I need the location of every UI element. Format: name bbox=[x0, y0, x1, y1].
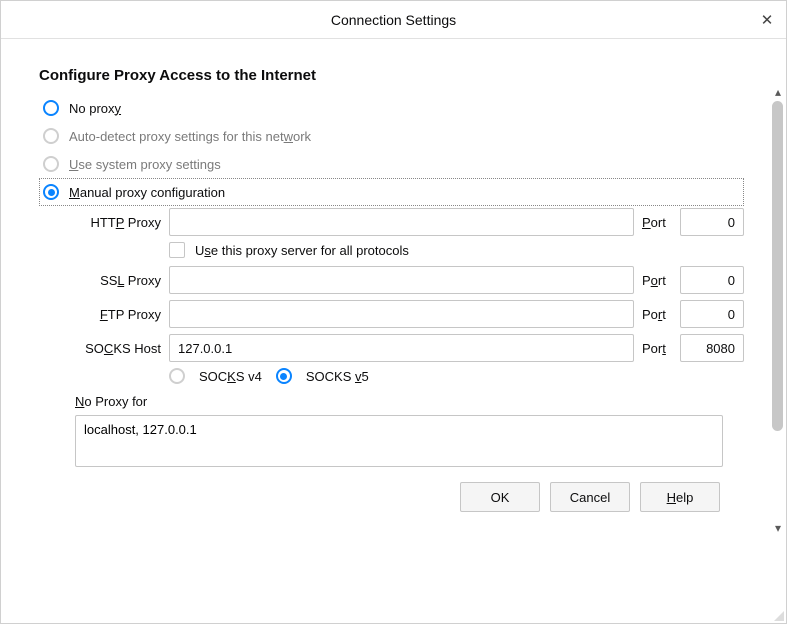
ftp-port-input[interactable] bbox=[680, 300, 744, 328]
ssl-proxy-input[interactable] bbox=[169, 266, 634, 294]
resize-grip-icon[interactable] bbox=[771, 608, 785, 622]
help-button[interactable]: Help bbox=[640, 482, 720, 512]
option-label: No proxy bbox=[69, 101, 121, 116]
http-proxy-label: HTTP Proxy bbox=[75, 215, 161, 230]
ftp-proxy-input[interactable] bbox=[169, 300, 634, 328]
option-auto-detect[interactable]: Auto-detect proxy settings for this netw… bbox=[39, 122, 744, 150]
socks-host-label: SOCKS Host bbox=[75, 341, 161, 356]
scroll-down-icon[interactable]: ▾ bbox=[769, 519, 786, 537]
use-for-all-row[interactable]: Use this proxy server for all protocols bbox=[169, 242, 744, 258]
manual-proxy-fields: HTTP Proxy Port Use this proxy server fo… bbox=[75, 208, 744, 384]
socks-host-row: SOCKS Host Port bbox=[75, 334, 744, 362]
no-proxy-for-label: No Proxy for bbox=[75, 394, 744, 409]
content-area: Configure Proxy Access to the Internet N… bbox=[1, 39, 768, 623]
ftp-proxy-row: FTP Proxy Port bbox=[75, 300, 744, 328]
socks-v5-radio[interactable] bbox=[276, 368, 292, 384]
socks-v5-label: SOCKS v5 bbox=[306, 369, 369, 384]
socks-port-input[interactable] bbox=[680, 334, 744, 362]
dialog-body: Configure Proxy Access to the Internet N… bbox=[1, 39, 786, 623]
socks-host-input[interactable] bbox=[169, 334, 634, 362]
http-proxy-row: HTTP Proxy Port bbox=[75, 208, 744, 236]
ok-button[interactable]: OK bbox=[460, 482, 540, 512]
radio-icon bbox=[43, 184, 59, 200]
checkbox-icon bbox=[169, 242, 185, 258]
socks-port-label: Port bbox=[642, 341, 672, 356]
option-label: Use system proxy settings bbox=[69, 157, 221, 172]
dialog-footer: OK Cancel Help bbox=[39, 470, 744, 540]
connection-settings-dialog: Connection Settings ✕ Configure Proxy Ac… bbox=[0, 0, 787, 624]
ssl-port-input[interactable] bbox=[680, 266, 744, 294]
section-heading: Configure Proxy Access to the Internet bbox=[39, 67, 744, 84]
http-proxy-input[interactable] bbox=[169, 208, 634, 236]
use-for-all-label: Use this proxy server for all protocols bbox=[195, 243, 409, 258]
ftp-proxy-label: FTP Proxy bbox=[75, 307, 161, 322]
ssl-proxy-label: SSL Proxy bbox=[75, 273, 161, 288]
socks-version-row: SOCKS v4 SOCKS v5 bbox=[169, 368, 744, 384]
option-no-proxy[interactable]: No proxy bbox=[39, 94, 744, 122]
vertical-scrollbar[interactable]: ▴ ▾ bbox=[768, 39, 786, 623]
close-icon[interactable]: ✕ bbox=[756, 9, 778, 31]
option-system-proxy[interactable]: Use system proxy settings bbox=[39, 150, 744, 178]
ssl-port-label: Port bbox=[642, 273, 672, 288]
ssl-proxy-row: SSL Proxy Port bbox=[75, 266, 744, 294]
option-label: Auto-detect proxy settings for this netw… bbox=[69, 129, 311, 144]
http-port-label: Port bbox=[642, 215, 672, 230]
cancel-button[interactable]: Cancel bbox=[550, 482, 630, 512]
option-manual-proxy[interactable]: Manual proxy configuration bbox=[39, 178, 744, 206]
radio-icon bbox=[43, 128, 59, 144]
scroll-up-icon[interactable]: ▴ bbox=[769, 83, 786, 101]
http-port-input[interactable] bbox=[680, 208, 744, 236]
titlebar: Connection Settings ✕ bbox=[1, 1, 786, 39]
dialog-title: Connection Settings bbox=[331, 12, 456, 28]
radio-icon bbox=[43, 100, 59, 116]
ftp-port-label: Port bbox=[642, 307, 672, 322]
radio-icon bbox=[43, 156, 59, 172]
socks-v4-label: SOCKS v4 bbox=[199, 369, 262, 384]
scroll-thumb[interactable] bbox=[772, 101, 783, 431]
option-label: Manual proxy configuration bbox=[69, 185, 225, 200]
no-proxy-for-input[interactable] bbox=[75, 415, 723, 467]
socks-v4-radio[interactable] bbox=[169, 368, 185, 384]
